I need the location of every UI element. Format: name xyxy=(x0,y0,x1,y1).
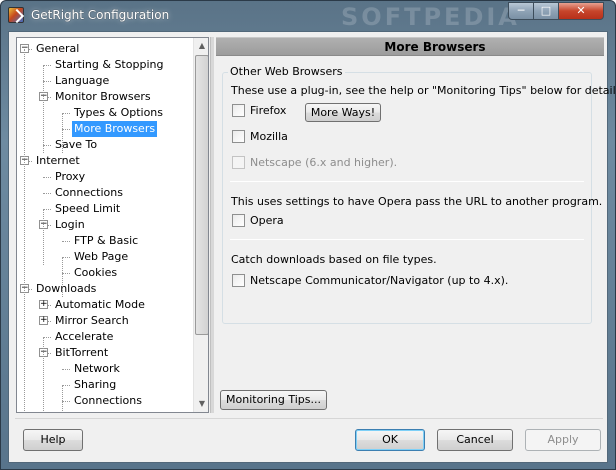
tree-guide-line xyxy=(62,385,63,412)
tree-guide-line xyxy=(43,65,44,153)
maximize-button[interactable]: □ xyxy=(533,2,559,20)
tree-item[interactable]: Internet xyxy=(34,153,82,169)
apply-button[interactable]: Apply xyxy=(525,429,601,451)
tree-item[interactable]: Connections xyxy=(53,185,125,201)
scroll-down-arrow-icon[interactable]: ▼ xyxy=(194,396,208,412)
plugin-note: These use a plug-in, see the help or "Mo… xyxy=(231,84,616,97)
tree-item[interactable]: Downloads xyxy=(34,281,98,297)
tree-connector xyxy=(62,401,70,402)
tree-connector xyxy=(62,113,70,114)
separator-1 xyxy=(230,181,584,182)
tree-scrollbar[interactable]: ▲ ▼ xyxy=(193,38,208,412)
panel-title: More Browsers xyxy=(384,40,486,54)
tree-connector xyxy=(62,273,70,274)
tree-item[interactable]: DHT Network xyxy=(72,409,149,412)
tree-item[interactable]: Web Page xyxy=(72,249,130,265)
tree-guide-line xyxy=(43,209,44,265)
tree-guide-line xyxy=(62,113,63,153)
mozilla-checkbox[interactable] xyxy=(232,130,245,143)
tree-item[interactable]: Types & Options xyxy=(72,105,165,121)
tree-connector xyxy=(43,209,51,210)
settings-tree: − General Starting & Stopping Language − Moni… xyxy=(16,37,209,413)
softpedia-watermark: SOFTPEDIA xyxy=(341,3,520,31)
cancel-button[interactable]: Cancel xyxy=(437,429,513,451)
tree-connector xyxy=(43,145,51,146)
tree-connector xyxy=(62,241,70,242)
mozilla-label: Mozilla xyxy=(250,130,288,143)
getright-app-icon xyxy=(8,7,24,23)
netscape-communicator-label: Netscape Communicator/Navigator (up to 4… xyxy=(250,274,509,287)
tree-item[interactable]: General xyxy=(34,41,81,57)
tree-item[interactable]: Automatic Mode xyxy=(53,297,147,313)
tree-connector xyxy=(43,193,51,194)
tree-connector xyxy=(62,385,70,386)
tree-connector xyxy=(43,65,51,66)
help-button[interactable]: Help xyxy=(23,429,83,451)
opera-checkbox[interactable] xyxy=(232,214,245,227)
config-window: GetRight Configuration SOFTPEDIA ─ □ ✕ −… xyxy=(0,0,616,470)
tree-guide-line xyxy=(24,49,25,412)
tree-expand-icon[interactable]: + xyxy=(39,300,48,309)
tree-guide-line xyxy=(43,337,44,412)
window-title: GetRight Configuration xyxy=(31,8,170,22)
title-bar[interactable]: GetRight Configuration SOFTPEDIA ─ □ ✕ xyxy=(1,1,615,31)
footer-separator xyxy=(15,418,603,419)
tree-item[interactable]: Network xyxy=(72,361,122,377)
tree-item[interactable]: Save To xyxy=(53,137,99,153)
tree-item[interactable]: FTP & Basic xyxy=(72,233,140,249)
group-label: Other Web Browsers xyxy=(228,65,345,78)
tree-item[interactable]: BitTorrent xyxy=(53,345,110,361)
opera-note: This uses settings to have Opera pass th… xyxy=(231,195,603,208)
help-button-label: Help xyxy=(40,433,66,446)
minimize-button[interactable]: ─ xyxy=(508,2,534,20)
tree-connector xyxy=(62,257,70,258)
tree-guide-line xyxy=(62,257,63,297)
ok-button[interactable]: OK xyxy=(355,429,425,451)
tree-item[interactable]: Connections xyxy=(72,393,144,409)
firefox-checkbox[interactable] xyxy=(232,104,245,117)
ok-button-label: OK xyxy=(382,433,398,446)
tree-expand-icon[interactable]: + xyxy=(39,316,48,325)
apply-button-label: Apply xyxy=(547,433,579,446)
close-button[interactable]: ✕ xyxy=(558,2,604,20)
tree-connector xyxy=(62,369,70,370)
tree-item[interactable]: Starting & Stopping xyxy=(53,57,165,73)
netscape-label: Netscape (6.x and higher). xyxy=(250,156,398,169)
tree-connector xyxy=(43,337,51,338)
tree-item[interactable]: Monitor Browsers xyxy=(53,89,153,105)
firefox-label: Firefox xyxy=(250,104,287,117)
netscape-communicator-checkbox[interactable] xyxy=(232,274,245,287)
tree-item[interactable]: Sharing xyxy=(72,377,118,393)
tree-item[interactable]: Cookies xyxy=(72,265,119,281)
monitoring-tips-button[interactable]: Monitoring Tips... xyxy=(220,390,327,410)
cancel-button-label: Cancel xyxy=(456,433,494,446)
tree-item[interactable]: More Browsers xyxy=(72,121,158,137)
panel-header: More Browsers xyxy=(216,37,604,56)
tree-item[interactable]: Speed Limit xyxy=(53,201,122,217)
tree-connector xyxy=(43,81,51,82)
tree-connector xyxy=(43,177,51,178)
separator-2 xyxy=(230,239,584,240)
scroll-thumb[interactable] xyxy=(195,55,208,335)
filetype-note: Catch downloads based on file types. xyxy=(231,253,437,266)
client-area: − General Starting & Stopping Language − Moni… xyxy=(8,31,616,463)
scroll-up-arrow-icon[interactable]: ▲ xyxy=(194,38,208,54)
tree-item[interactable]: Language xyxy=(53,73,111,89)
tree-item[interactable]: Accelerate xyxy=(53,329,115,345)
netscape-checkbox[interactable] xyxy=(232,156,245,169)
pane-splitter[interactable] xyxy=(210,37,214,413)
tree-item[interactable]: Proxy xyxy=(53,169,87,185)
more-ways-button[interactable]: More Ways! xyxy=(305,103,381,122)
opera-label: Opera xyxy=(250,214,284,227)
tree-item[interactable]: Login xyxy=(53,217,87,233)
tree-connector xyxy=(62,129,70,130)
tree-item[interactable]: Mirror Search xyxy=(53,313,131,329)
